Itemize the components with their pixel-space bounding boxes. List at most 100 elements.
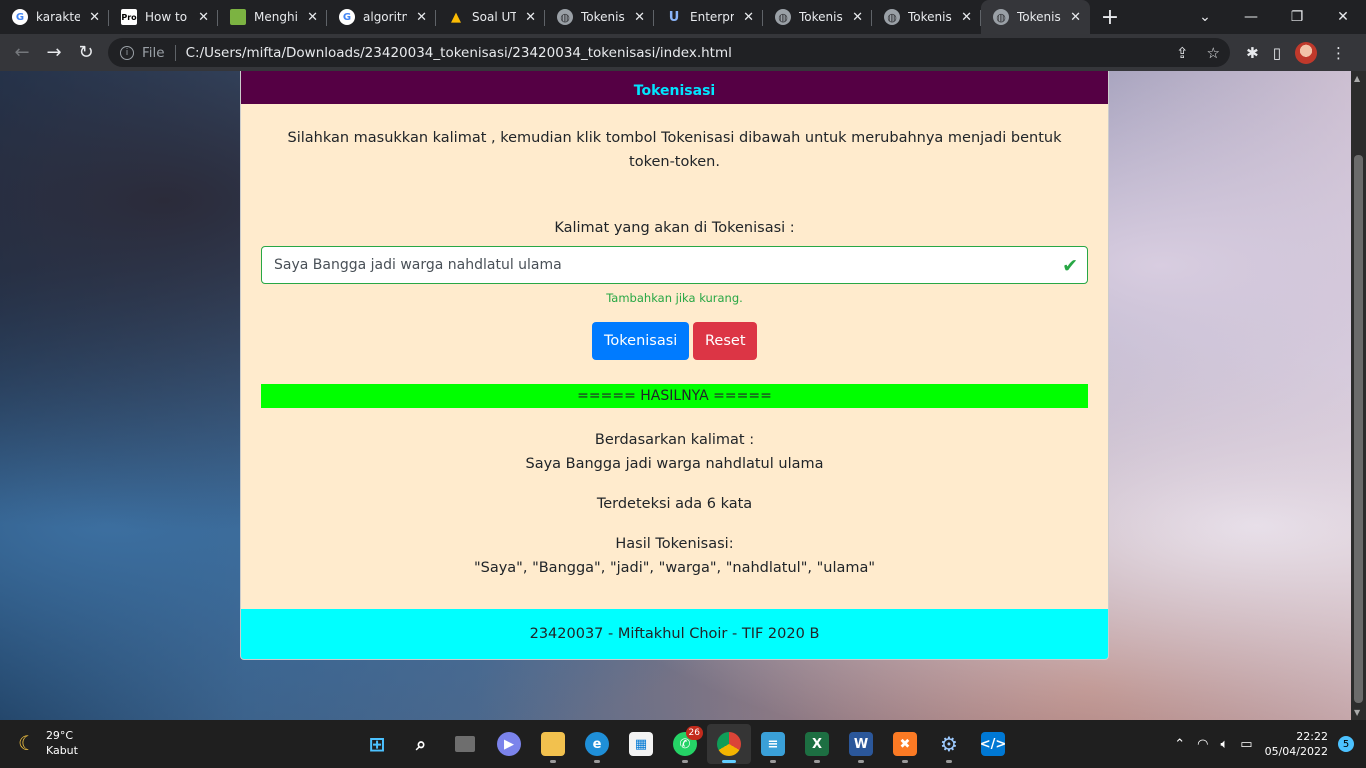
close-icon[interactable]: ✕: [416, 10, 427, 25]
check-icon: ✔: [1062, 255, 1078, 277]
tokens-value: "Saya", "Bangga", "jadi", "warga", "nahd…: [473, 560, 876, 576]
address-bar[interactable]: i File C:/Users/mifta/Downloads/23420034…: [108, 38, 1230, 67]
excel-button[interactable]: X: [795, 724, 839, 764]
excel-icon: X: [805, 732, 829, 756]
share-icon[interactable]: ⇪: [1176, 44, 1189, 62]
edge-button[interactable]: e: [575, 724, 619, 764]
tab-title: Menghit: [254, 10, 298, 24]
tab-title: How to: [145, 10, 188, 24]
close-icon[interactable]: ✕: [307, 10, 318, 25]
tab-title: Tokenisa: [908, 10, 952, 24]
tokens-label: Hasil Tokenisasi:: [615, 536, 734, 552]
side-panel-icon[interactable]: ▯: [1273, 44, 1281, 62]
settings-button[interactable]: ⚙: [927, 724, 971, 764]
drive-icon: ▲: [451, 9, 461, 25]
clock[interactable]: 22:22 05/04/2022: [1265, 729, 1328, 759]
chevron-up-icon[interactable]: ⌃: [1174, 737, 1185, 752]
start-button[interactable]: ⊞: [355, 724, 399, 764]
close-icon[interactable]: ✕: [89, 10, 100, 25]
tab-soal-uts[interactable]: ▲ Soal UTS ✕: [436, 0, 545, 34]
battery-icon[interactable]: ▭: [1240, 737, 1252, 752]
search-button[interactable]: ⌕: [399, 724, 443, 764]
globe-icon: ◍: [884, 9, 900, 25]
word-button[interactable]: W: [839, 724, 883, 764]
vscode-button[interactable]: </>: [971, 724, 1015, 764]
bookmark-star-icon[interactable]: ☆: [1207, 44, 1220, 62]
tab-title: algoritm: [363, 10, 407, 24]
google-icon: G: [12, 9, 28, 25]
edge-icon: e: [585, 732, 609, 756]
store-button[interactable]: ▦: [619, 724, 663, 764]
intro-text: Silahkan masukkan kalimat , kemudian kli…: [287, 130, 1062, 170]
scrollbar-thumb[interactable]: [1354, 155, 1363, 703]
tab-search-icon[interactable]: ⌄: [1182, 0, 1228, 34]
sentence-input[interactable]: [261, 246, 1088, 284]
tokenizer-card: Tokenisasi Silahkan masukkan kalimat , k…: [240, 71, 1109, 660]
scrollbar[interactable]: ▲ ▼: [1351, 71, 1366, 720]
minimize-button[interactable]: —: [1228, 0, 1274, 34]
tab-tokenisa-3[interactable]: ◍ Tokenisa ✕: [872, 0, 981, 34]
tab-title: Tokenisa: [581, 10, 625, 24]
close-icon[interactable]: ✕: [852, 10, 863, 25]
notification-badge[interactable]: 5: [1338, 736, 1354, 752]
chat-icon: ▶: [497, 732, 521, 756]
info-icon[interactable]: i: [120, 45, 134, 60]
u-icon: U: [668, 9, 680, 25]
tab-strip: G karakter ✕ Pro How to ✕ Menghit ✕ G al…: [0, 0, 1366, 34]
chrome-button[interactable]: [707, 724, 751, 764]
back-button[interactable]: ←: [6, 37, 38, 69]
notepad-button[interactable]: ≡: [751, 724, 795, 764]
moon-icon: ☾: [18, 731, 36, 755]
wifi-icon[interactable]: ◠: [1197, 737, 1208, 752]
tab-algoritm[interactable]: G algoritm ✕: [327, 0, 436, 34]
tab-enterpri[interactable]: U Enterpri ✕: [654, 0, 763, 34]
close-window-button[interactable]: ✕: [1320, 0, 1366, 34]
sentence-value: Saya Bangga jadi warga nahdlatul ulama: [525, 456, 824, 472]
green-doc-icon: [230, 9, 246, 25]
input-group: ✔: [261, 246, 1088, 284]
url-text[interactable]: C:/Users/mifta/Downloads/23420034_tokeni…: [186, 45, 732, 61]
new-tab-button[interactable]: +: [1090, 0, 1130, 34]
task-view-button[interactable]: [443, 724, 487, 764]
whatsapp-button[interactable]: ✆ 26: [663, 724, 707, 764]
reset-button[interactable]: Reset: [693, 322, 757, 360]
button-row: Tokenisasi Reset: [241, 322, 1108, 360]
search-icon: ⌕: [415, 733, 427, 755]
close-icon[interactable]: ✕: [961, 10, 972, 25]
menu-icon[interactable]: ⋮: [1331, 44, 1346, 62]
close-icon[interactable]: ✕: [1070, 10, 1081, 25]
extensions-icon[interactable]: ✱: [1246, 44, 1259, 62]
divider: [174, 44, 176, 61]
tab-how-to[interactable]: Pro How to ✕: [109, 0, 218, 34]
notepad-icon: ≡: [761, 732, 785, 756]
restore-button[interactable]: ❐: [1274, 0, 1320, 34]
file-explorer-button[interactable]: [531, 724, 575, 764]
scroll-down-icon[interactable]: ▼: [1354, 708, 1360, 717]
google-icon: G: [339, 9, 355, 25]
volume-icon[interactable]: 🔈︎: [1220, 737, 1228, 752]
task-view-icon: [455, 736, 475, 752]
word-icon: W: [849, 732, 873, 756]
settings-icon: ⚙: [940, 732, 958, 756]
xampp-button[interactable]: ✖: [883, 724, 927, 764]
tab-tokenisa-active[interactable]: ◍ Tokenisa ✕: [981, 0, 1090, 34]
close-icon[interactable]: ✕: [634, 10, 645, 25]
profile-avatar[interactable]: [1295, 41, 1317, 64]
tab-karakter[interactable]: G karakter ✕: [0, 0, 109, 34]
close-icon[interactable]: ✕: [198, 10, 209, 25]
weather-widget[interactable]: ☾ 29°C Kabut: [18, 728, 78, 758]
scroll-up-icon[interactable]: ▲: [1354, 74, 1360, 83]
tab-tokenisa-2[interactable]: ◍ Tokenisa ✕: [763, 0, 872, 34]
clock-time: 22:22: [1296, 730, 1328, 743]
chat-button[interactable]: ▶: [487, 724, 531, 764]
forward-button[interactable]: →: [38, 37, 70, 69]
close-icon[interactable]: ✕: [525, 10, 536, 25]
close-icon[interactable]: ✕: [743, 10, 754, 25]
tokenize-button[interactable]: Tokenisasi: [592, 322, 689, 360]
tab-tokenisa-1[interactable]: ◍ Tokenisa ✕: [545, 0, 654, 34]
tab-menghit[interactable]: Menghit ✕: [218, 0, 327, 34]
reload-button[interactable]: ↻: [70, 37, 102, 69]
tab-title: Tokenisa: [799, 10, 843, 24]
file-explorer-icon: [541, 732, 565, 756]
input-label: Kalimat yang akan di Tokenisasi :: [554, 220, 795, 236]
